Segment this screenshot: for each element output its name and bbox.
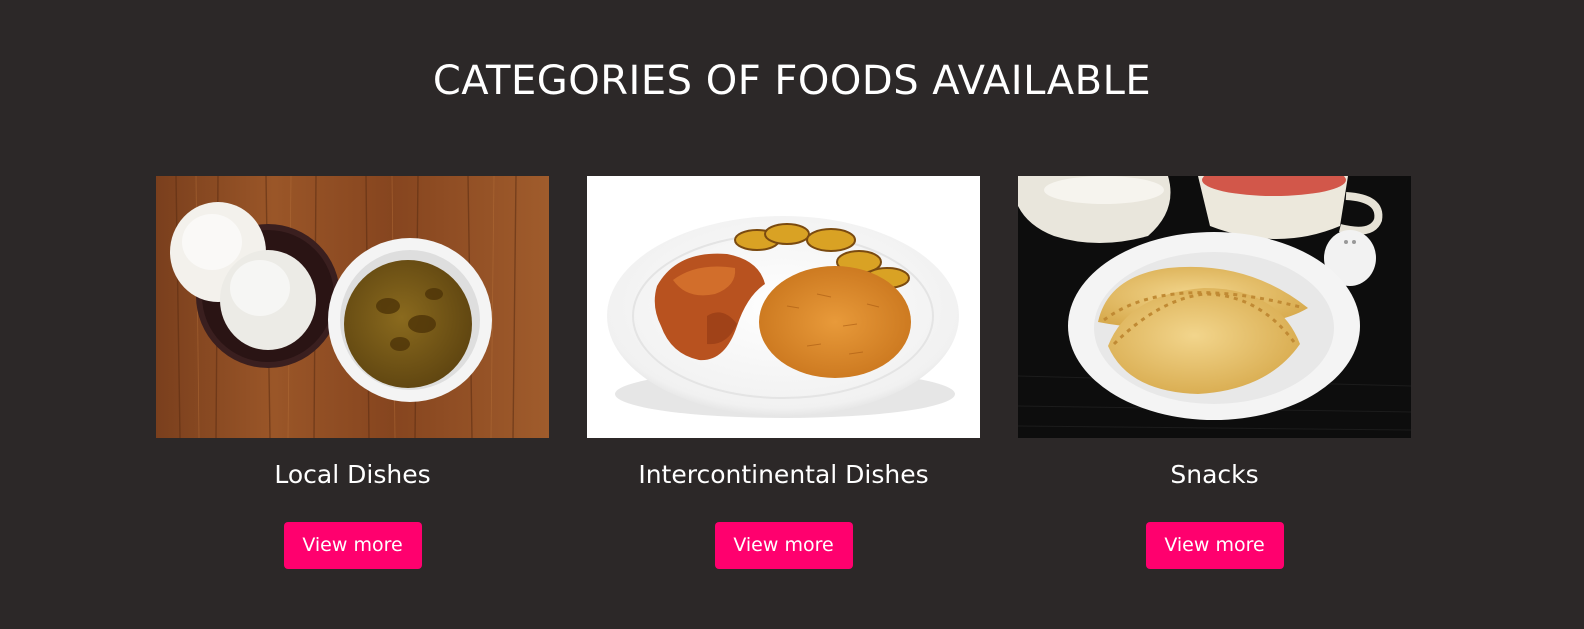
- category-card-intercontinental-dishes: Intercontinental Dishes View more: [587, 176, 980, 569]
- meat-pie-and-tea-photo: [1018, 176, 1411, 438]
- category-title: Snacks: [1170, 460, 1259, 489]
- category-title: Intercontinental Dishes: [638, 460, 929, 489]
- view-more-intercontinental-dishes-button[interactable]: View more: [714, 522, 853, 569]
- jollof-rice-chicken-plantain-photo: [587, 176, 980, 438]
- intercontinental-dishes-image: [587, 176, 980, 438]
- category-title: Local Dishes: [274, 460, 431, 489]
- category-card-snacks: Snacks View more: [1018, 176, 1411, 569]
- view-more-snacks-button[interactable]: View more: [1145, 522, 1284, 569]
- view-more-local-dishes-button[interactable]: View more: [283, 522, 422, 569]
- snacks-image: [1018, 176, 1411, 438]
- food-categories-section: CATEGORIES OF FOODS AVAILABLE Local Dish…: [0, 0, 1584, 629]
- category-card-local-dishes: Local Dishes View more: [156, 176, 549, 569]
- section-title: CATEGORIES OF FOODS AVAILABLE: [432, 58, 1152, 104]
- pounded-yam-and-soup-photo: [156, 176, 549, 438]
- local-dishes-image: [156, 176, 549, 438]
